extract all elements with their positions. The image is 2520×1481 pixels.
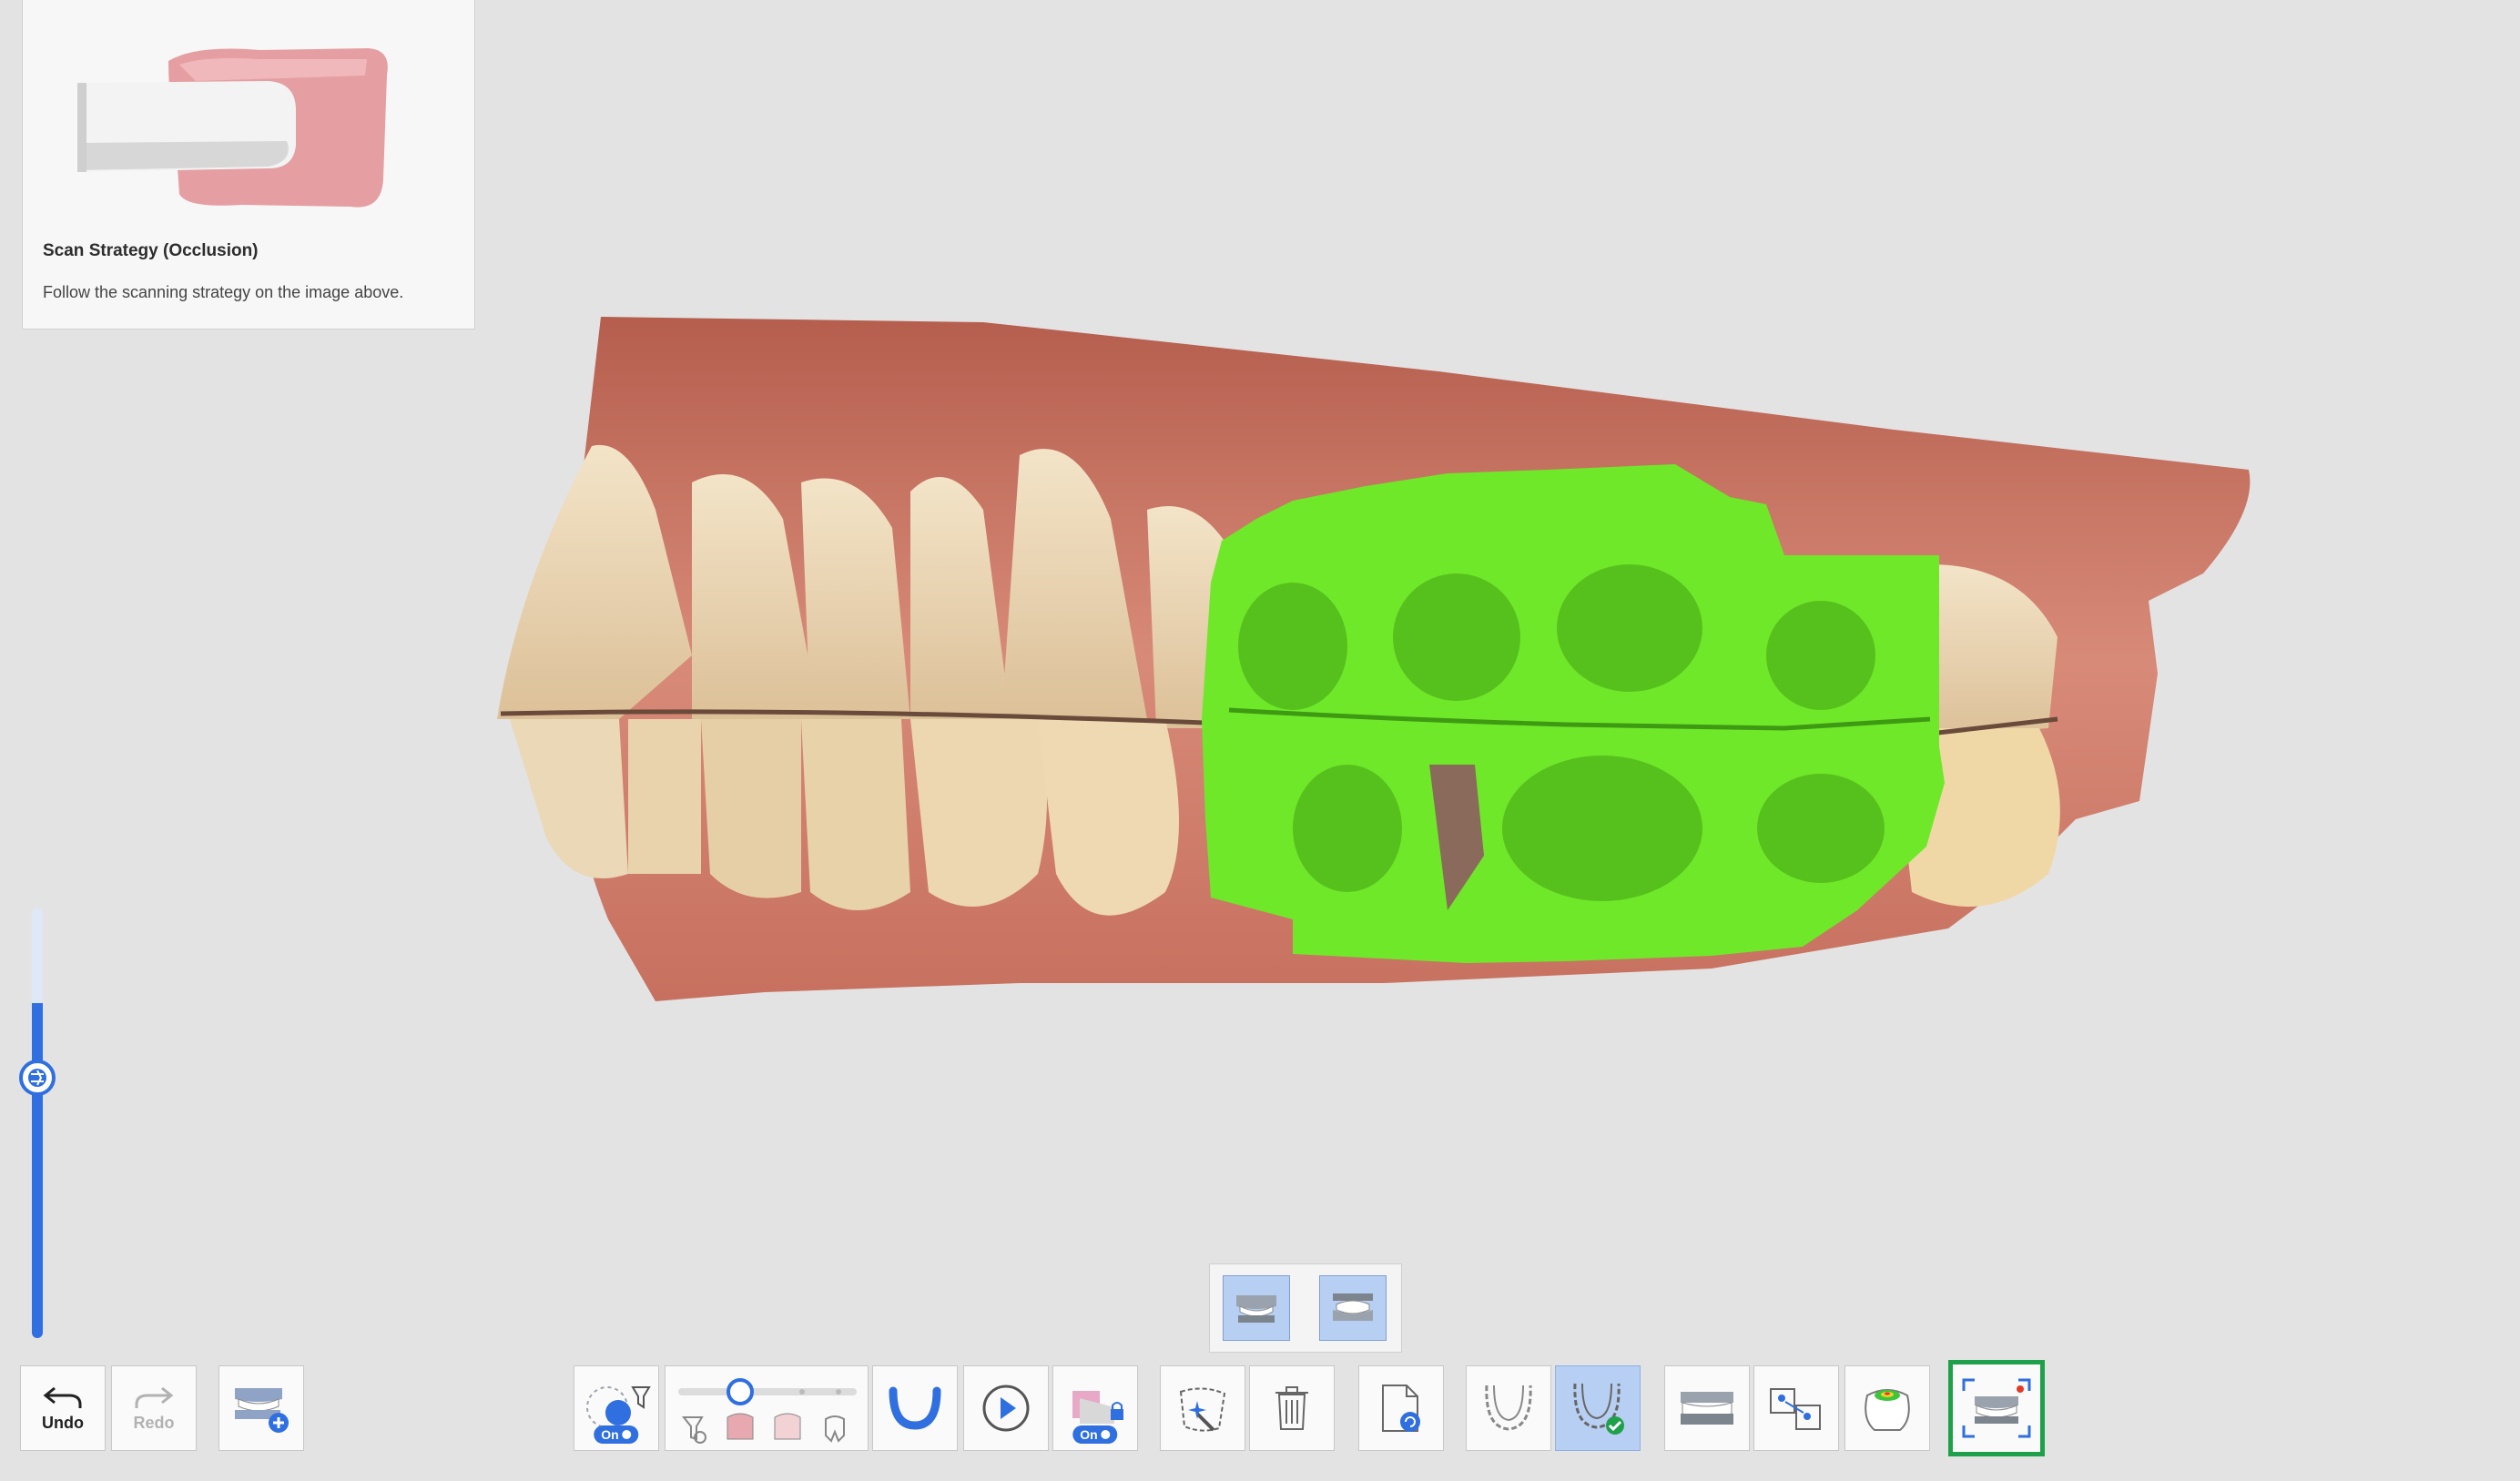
dental-model-3d-view[interactable] bbox=[473, 291, 2294, 1165]
tray-lock-icon bbox=[1072, 1391, 1123, 1424]
add-jaw-icon bbox=[235, 1388, 289, 1433]
jaw-view-switch bbox=[1209, 1263, 1402, 1353]
filter-off-icon bbox=[681, 1416, 706, 1444]
gum-tooth-icon bbox=[727, 1413, 754, 1440]
occlusion-button[interactable] bbox=[1664, 1365, 1750, 1451]
redo-button[interactable]: Redo bbox=[111, 1365, 197, 1451]
delete-button[interactable] bbox=[1249, 1365, 1335, 1451]
filter-on-badge: On bbox=[594, 1425, 639, 1444]
lower-arch-check-icon bbox=[1573, 1383, 1624, 1435]
play-button[interactable] bbox=[963, 1365, 1049, 1451]
scan-depth-slider[interactable] bbox=[666, 1366, 869, 1452]
lower-jaw-view-button[interactable] bbox=[1319, 1275, 1387, 1341]
capture-screenshot-button[interactable] bbox=[1948, 1360, 2045, 1456]
align-points-button[interactable] bbox=[1753, 1365, 1839, 1451]
magic-trim-icon bbox=[1179, 1387, 1226, 1432]
file-sync-icon bbox=[1382, 1385, 1420, 1432]
strategy-description: Follow the scanning strategy on the imag… bbox=[43, 283, 404, 301]
scan-strategy-panel: Scan Strategy (Occlusion) Follow the sca… bbox=[22, 0, 475, 330]
arch-icon bbox=[889, 1386, 941, 1430]
undo-label: Undo bbox=[42, 1413, 84, 1432]
upper-jaw-view-button[interactable] bbox=[1223, 1275, 1290, 1341]
aperture-icon bbox=[28, 1069, 46, 1087]
tooth-gum-icon bbox=[774, 1413, 801, 1440]
undo-button[interactable]: Undo bbox=[20, 1365, 106, 1451]
filter-on-label: On bbox=[601, 1427, 619, 1442]
vertical-slider-thumb[interactable] bbox=[19, 1060, 56, 1096]
filter-toggle-button[interactable]: On bbox=[574, 1365, 659, 1451]
occlusion-icon bbox=[1681, 1392, 1733, 1425]
arch-scan-button[interactable] bbox=[872, 1365, 958, 1451]
lower-arch-confirm-button[interactable] bbox=[1555, 1365, 1641, 1451]
play-icon bbox=[982, 1385, 1030, 1432]
tooth-icon bbox=[825, 1415, 845, 1443]
scan-depth-slider-group[interactable] bbox=[665, 1365, 869, 1451]
tray-lock-button[interactable]: On bbox=[1052, 1365, 1138, 1451]
undo-icon bbox=[43, 1386, 82, 1408]
capture-icon bbox=[1962, 1378, 2031, 1438]
trash-icon bbox=[1275, 1386, 1308, 1430]
scan-strategy-illustration bbox=[77, 48, 388, 208]
strategy-title: Scan Strategy (Occlusion) bbox=[43, 241, 259, 260]
lower-arch-icon bbox=[1485, 1385, 1532, 1431]
lock-on-label: On bbox=[1080, 1427, 1098, 1442]
magic-trim-button[interactable] bbox=[1160, 1365, 1245, 1451]
export-data-button[interactable] bbox=[1358, 1365, 1444, 1451]
lower-arch-button[interactable] bbox=[1466, 1365, 1551, 1451]
upper-jaw-icon bbox=[1236, 1295, 1276, 1323]
align-points-icon bbox=[1770, 1388, 1821, 1430]
occlusion-analysis-icon bbox=[1865, 1389, 1910, 1431]
add-scan-button[interactable] bbox=[218, 1365, 304, 1451]
vertical-slider-track[interactable] bbox=[32, 908, 43, 1338]
redo-icon bbox=[135, 1386, 174, 1408]
redo-label: Redo bbox=[133, 1413, 175, 1432]
occlusion-analysis-button[interactable] bbox=[1844, 1365, 1930, 1451]
lower-jaw-icon bbox=[1333, 1293, 1373, 1321]
lock-on-badge: On bbox=[1072, 1425, 1118, 1444]
